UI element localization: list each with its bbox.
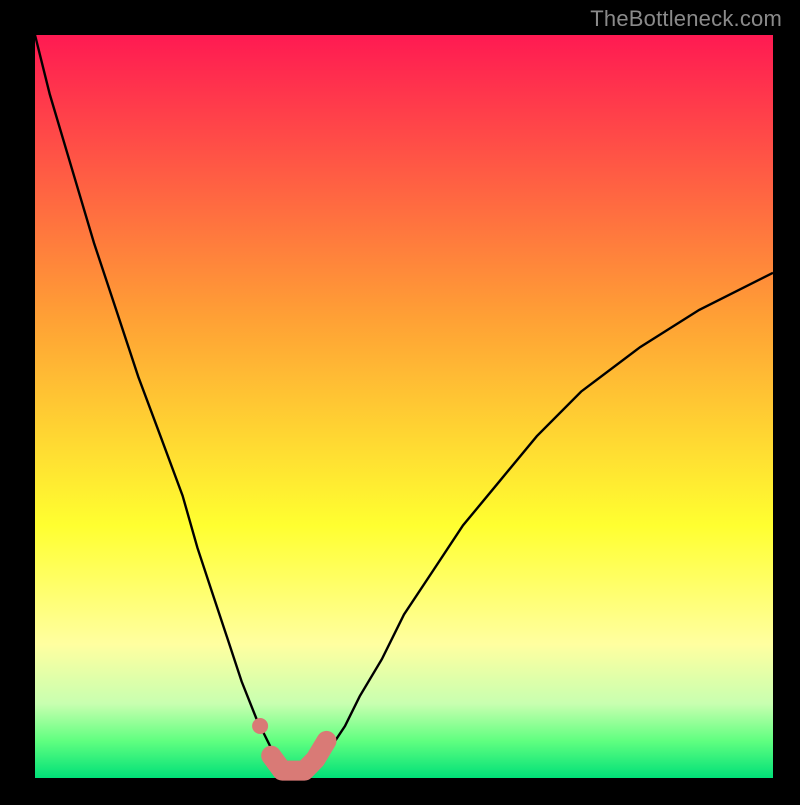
plot-background <box>35 35 773 778</box>
chart-frame: { "watermark": "TheBottleneck.com", "col… <box>0 0 800 800</box>
watermark-text: TheBottleneck.com <box>590 6 782 32</box>
bottleneck-chart <box>0 0 800 800</box>
valley-marker-dot <box>252 718 268 734</box>
